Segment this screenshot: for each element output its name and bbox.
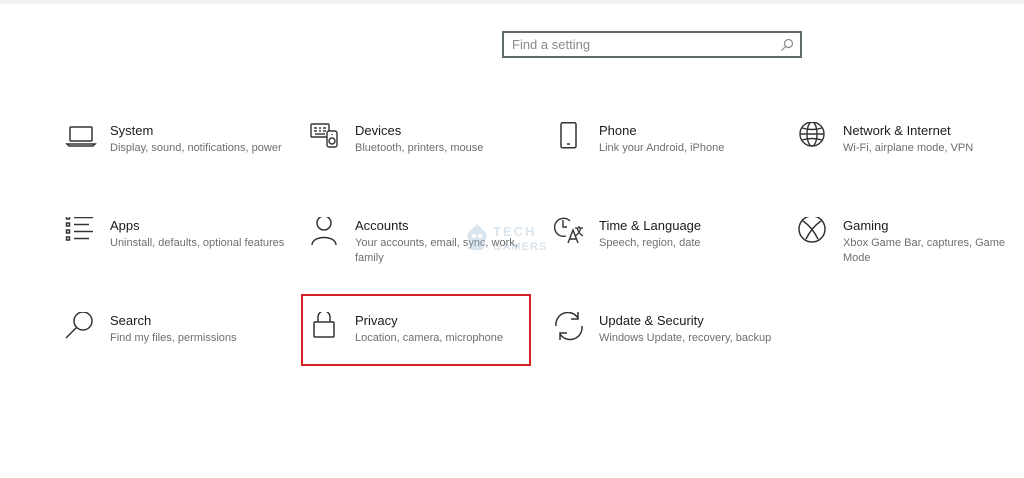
watermark-mascot-icon [467, 224, 487, 250]
tile-description: Uninstall, defaults, optional features [110, 237, 285, 249]
laptop-icon [65, 126, 97, 147]
settings-tile-phone[interactable]: Phone Link your Android, iPhone [554, 122, 784, 182]
tile-description: Display, sound, notifications, power [110, 142, 282, 154]
time-language-icon [554, 217, 584, 244]
xbox-icon [798, 217, 826, 243]
watermark-logo: TECH GAMERS [463, 222, 546, 257]
tile-name: Network & Internet [843, 123, 951, 138]
update-icon [555, 312, 583, 341]
tile-name: Update & Security [599, 313, 704, 328]
settings-tile-system[interactable]: System Display, sound, notifications, po… [65, 122, 295, 182]
settings-tile-devices[interactable]: Devices Bluetooth, printers, mouse [310, 122, 540, 182]
settings-tile-gaming[interactable]: Gaming Xbox Game Bar, captures, Game Mod… [798, 217, 1024, 277]
settings-tile-network[interactable]: Network & Internet Wi-Fi, airplane mode,… [798, 122, 1024, 182]
tile-description: Xbox Game Bar, captures, Game Mode [843, 237, 1006, 264]
tile-description: Find my files, permissions [110, 332, 237, 344]
settings-tile-search[interactable]: Search Find my files, permissions [65, 312, 295, 372]
tile-name: Apps [110, 218, 140, 233]
top-strip [0, 0, 1024, 4]
tile-name: Gaming [843, 218, 889, 233]
settings-tile-time-language[interactable]: Time & Language Speech, region, date [554, 217, 784, 277]
search-input[interactable] [512, 35, 772, 54]
globe-icon [799, 122, 825, 147]
tile-name: Phone [599, 123, 637, 138]
phone-icon [560, 122, 577, 149]
privacy-highlight-box [301, 294, 531, 366]
tile-description: Bluetooth, printers, mouse [355, 142, 484, 154]
tile-name: Devices [355, 123, 402, 138]
tile-description: Link your Android, iPhone [599, 142, 725, 154]
tile-description: Speech, region, date [599, 237, 701, 249]
watermark-text-bottom: GAMERS [493, 241, 548, 253]
search-icon [65, 312, 93, 339]
tile-description: Wi-Fi, airplane mode, VPN [843, 142, 974, 154]
tile-description: Windows Update, recovery, backup [599, 332, 772, 344]
settings-tile-apps[interactable]: Apps Uninstall, defaults, optional featu… [65, 217, 295, 277]
tile-name: System [110, 123, 154, 138]
settings-tile-update-security[interactable]: Update & Security Windows Update, recove… [554, 312, 784, 372]
search-magnifier-icon[interactable] [780, 38, 794, 52]
devices-icon [310, 123, 338, 148]
person-icon [311, 217, 337, 246]
tile-name: Accounts [355, 218, 409, 233]
apps-list-icon [65, 217, 93, 241]
watermark-text-top: TECH [493, 224, 537, 239]
search-box[interactable] [502, 31, 802, 58]
tile-name: Search [110, 313, 152, 328]
tile-name: Time & Language [599, 218, 702, 233]
